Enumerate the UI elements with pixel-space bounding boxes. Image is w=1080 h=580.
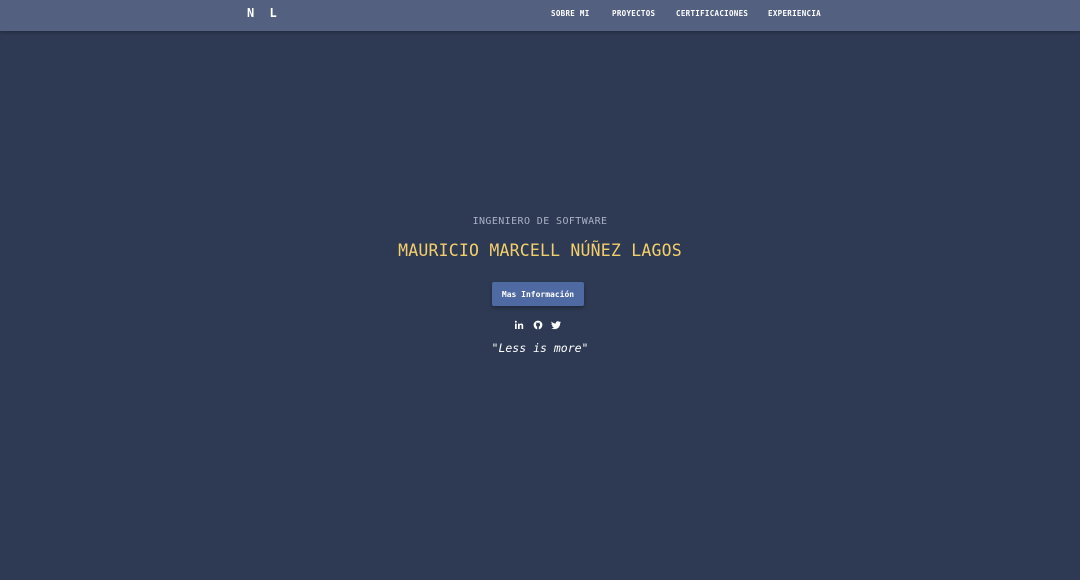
hero-subtitle: INGENIERO DE SOFTWARE	[472, 216, 608, 227]
twitter-icon[interactable]	[551, 320, 561, 330]
github-icon[interactable]	[533, 320, 543, 330]
social-links	[0, 320, 1080, 332]
linkedin-icon[interactable]	[514, 320, 524, 330]
hero-name: MAURICIO MARCELL NÚÑEZ LAGOS	[398, 241, 682, 260]
hero-quote: "Less is more"	[491, 341, 589, 355]
hero-section: INGENIERO DE SOFTWARE MAURICIO MARCELL N…	[0, 0, 1080, 580]
more-info-button[interactable]: Mas Información	[492, 282, 584, 306]
